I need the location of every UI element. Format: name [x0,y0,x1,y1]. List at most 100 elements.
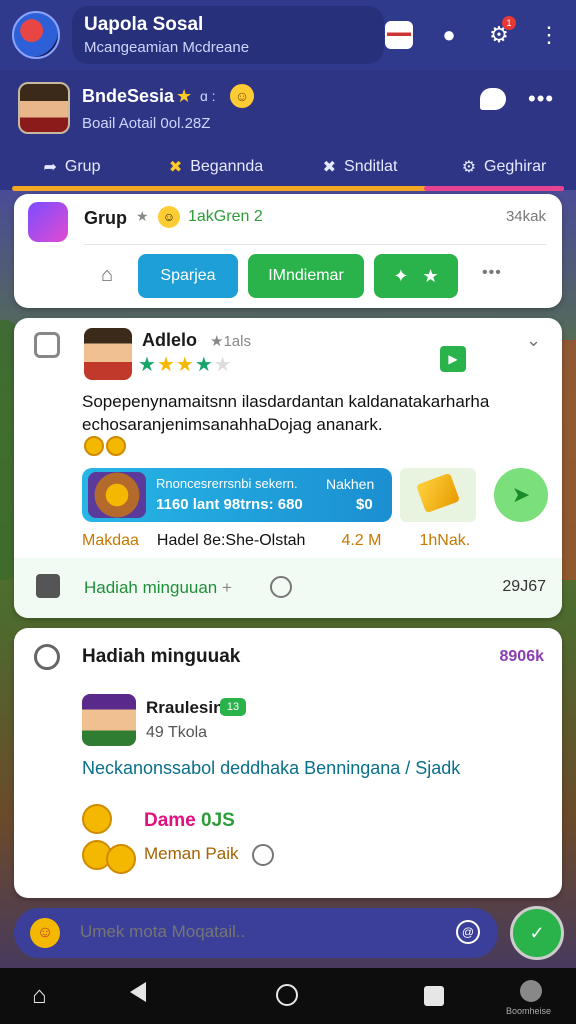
home-icon[interactable]: ⌂ [32,982,47,1010]
star-icon: ★ [194,354,214,376]
smile-icon: ☺ [158,206,180,228]
dial-icon [252,844,274,866]
top-actions: ● ⚙ 1 ⋮ [384,16,564,50]
app-title: Uapola Sosal [84,14,204,35]
system-nav-bar: ⌂ Boomheise [0,968,576,1024]
divider [84,244,546,245]
home-icon[interactable]: ⌂ [96,264,118,286]
reward-amount-b: 0JS [201,810,235,831]
account-avatar-button[interactable] [384,20,414,50]
post-meta: Makdaa Hadel 8e:She-Olstah 4.2 M 1hNak. [82,532,552,550]
footer-count: 29J67 [502,578,546,595]
post-footer[interactable]: Hadiah minguuan + 29J67 [14,558,562,618]
group-card: Grup ★ ☺ 1akGren 2 34kak ⌂ Sparjea IMndi… [14,194,562,308]
recents-icon[interactable] [424,986,444,1006]
profile-name: BndeSesia [82,86,175,106]
reward-title: Hadiah minguuak [82,646,241,667]
more-horizontal-icon[interactable]: ••• [482,264,502,282]
meta-item: Makdaa [82,532,139,549]
tab-label: Geghirar [484,158,547,175]
group-label: Grup [84,208,127,228]
tab-grup[interactable]: ➦ Grup [0,150,144,184]
tab-label: Begannda [190,158,264,175]
reward-card: Hadiah minguuak 8906k Rraulesin 13 49 Tk… [14,628,562,898]
tab-begannda[interactable]: ✖ Begannda [144,150,288,184]
at-icon[interactable]: @ [456,920,480,944]
post-time-text: 1als [223,333,251,350]
chat-icon[interactable] [480,88,506,110]
footer-extra: + [222,578,232,597]
profile-header: BndeSesia ★ ɑ : ☺ Boail Aotail 0ol.28Z •… [0,70,576,191]
group-count: 34kak [505,208,546,225]
home-circle-icon[interactable] [276,984,298,1006]
promo-banner[interactable]: Rnoncesrerrsnbi sekern. 1160 lant 98trns… [82,468,392,522]
coin-icon [106,436,126,456]
accessibility-label: Boomheise [506,1006,552,1016]
reward-name: Meman Paik [144,844,239,863]
more-horizontal-icon[interactable]: ••• [528,86,554,112]
user-name[interactable]: Rraulesin [146,698,223,718]
coin-icon [82,804,112,834]
post-author-avatar[interactable] [84,328,132,380]
chat-bubble-icon[interactable]: ● [434,20,464,50]
star-icon: ★ [213,354,233,376]
post-text: Sopepenynamaitsnn ilasdardantan kaldanat… [82,392,490,434]
message-input[interactable] [80,922,440,942]
meta-item: Hadel 8e:She-Olstah [156,532,306,549]
smile-icon: ☺ [230,84,254,108]
send-button[interactable]: ✓ [510,906,564,960]
group-icon [28,202,68,242]
flag-icon[interactable]: ▶ [440,346,466,372]
post-author[interactable]: Adlelo [142,330,197,351]
tab-label: Grup [64,158,101,175]
post-time: ★1als [210,333,251,350]
dial-icon [270,576,292,598]
sparkle-icon: ✦ [393,265,409,286]
star-icon: ★ [176,86,193,106]
post-card: Adlelo ★1als ★★★★★ ▶ ⌄ Sopepenynamaitsnn… [14,318,562,618]
star-icon: ★ [156,354,176,376]
more-vertical-icon[interactable]: ⋮ [534,20,564,50]
accessibility-icon[interactable] [520,980,542,1002]
star-actions-button[interactable]: ✦ ★ [374,254,458,298]
footer-label: Hadiah minguuan + [84,578,232,598]
reward-code: 8906k [499,648,545,665]
imndiemar-button[interactable]: IMndiemar [248,254,364,298]
sparjea-button[interactable]: Sparjea [138,254,238,298]
image-icon [36,574,60,598]
message-composer: ☺ @ [14,908,498,958]
tab-geghirar[interactable]: ⚙ Geghirar [432,150,576,184]
star-icon: ★ [136,208,149,224]
promo-right-label: Nakhen [326,476,375,492]
footer-label-text: Hadiah minguuan [84,578,218,597]
reward-description: Neckanonssabol deddhaka Benningana / Sja… [82,758,461,778]
coin-icon [84,436,104,456]
promo-right-value: $0 [356,496,373,513]
meta-item: 4.2 M [341,532,382,549]
top-app-bar: Uapola Sosal Mcangeamian Mcdreane ● ⚙ 1 … [0,0,576,70]
star-icon: ★ [175,354,195,376]
back-icon[interactable] [130,982,146,1002]
tab-snditlat[interactable]: ✖ Snditlat [288,150,432,184]
coin-icons [84,436,126,456]
notification-icon[interactable]: ⚙ 1 [484,16,516,50]
group-tag: 1akGren 2 [188,208,263,225]
app-logo[interactable] [12,11,60,59]
chevron-down-icon[interactable]: ⌄ [526,330,541,351]
app-title-block[interactable]: Uapola Sosal Mcangeamian Mcdreane [72,6,384,64]
promo-line1: Rnoncesrerrsnbi sekern. [156,476,298,491]
user-badge: 13 [220,698,246,716]
promo-line2: 1160 lant 98trns: 680 [156,496,303,513]
claim-button[interactable]: ➤ [494,468,548,522]
profile-avatar[interactable] [18,82,70,134]
user-avatar[interactable] [82,694,136,746]
rating-stars: ★★★★★ [138,352,233,377]
notification-badge: 1 [502,16,516,30]
emoji-icon[interactable]: ☺ [30,918,60,948]
shield-icon [34,332,60,358]
coin-icon [106,844,136,874]
tab-indicator [12,186,564,191]
meta-item: 1hNak. [419,532,471,549]
share-icon: ➦ [43,159,57,176]
tab-bar: ➦ Grup ✖ Begannda ✖ Snditlat ⚙ Geghirar [0,150,576,184]
